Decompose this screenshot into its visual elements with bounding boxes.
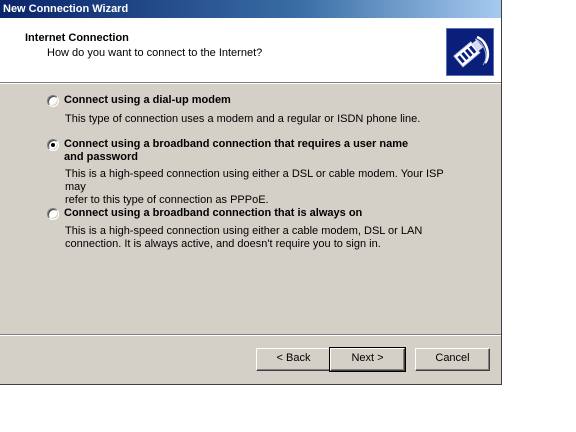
- option-broadband-login-label[interactable]: Connect using a broadband connection tha…: [64, 138, 464, 164]
- footer-divider-highlight: [0, 335, 501, 336]
- window-title: New Connection Wizard: [3, 3, 129, 15]
- option-broadband-login-desc-line2: refer to this type of connection as PPPo…: [65, 194, 269, 206]
- option-dialup-desc: This type of connection uses a modem and…: [65, 113, 421, 125]
- page-subtitle: How do you want to connect to the Intern…: [47, 47, 263, 59]
- option-broadband-login-label-line2: and password: [64, 151, 138, 163]
- radio-broadband-login[interactable]: [47, 139, 59, 151]
- option-broadband-always-on-desc: This is a high-speed connection using ei…: [65, 225, 465, 251]
- option-broadband-always-on-label[interactable]: Connect using a broadband connection tha…: [64, 207, 464, 220]
- option-broadband-login-desc: This is a high-speed connection using ei…: [65, 168, 465, 207]
- option-broadband-always-on-desc-line2: connection. It is always active, and doe…: [65, 238, 381, 250]
- option-dialup-label[interactable]: Connect using a dial-up modem: [64, 94, 464, 107]
- option-broadband-always-on-desc-line1: This is a high-speed connection using ei…: [65, 225, 423, 237]
- wizard-window: New Connection Wizard Internet Connectio…: [0, 0, 502, 385]
- back-button[interactable]: < Back: [256, 348, 331, 371]
- option-broadband-login-label-line1: Connect using a broadband connection tha…: [64, 138, 409, 150]
- radio-dialup[interactable]: [47, 95, 59, 107]
- page-title: Internet Connection: [25, 32, 129, 44]
- network-cable-icon: [446, 28, 494, 76]
- radio-broadband-always-on[interactable]: [47, 208, 59, 220]
- next-button[interactable]: Next >: [329, 347, 406, 372]
- cancel-button[interactable]: Cancel: [415, 348, 490, 371]
- title-bar[interactable]: New Connection Wizard: [0, 0, 501, 18]
- option-broadband-login-desc-line1: This is a high-speed connection using ei…: [65, 168, 444, 193]
- radio-selected-dot: [51, 143, 55, 147]
- wizard-header: Internet Connection How do you want to c…: [0, 18, 501, 82]
- header-divider-highlight: [0, 83, 501, 84]
